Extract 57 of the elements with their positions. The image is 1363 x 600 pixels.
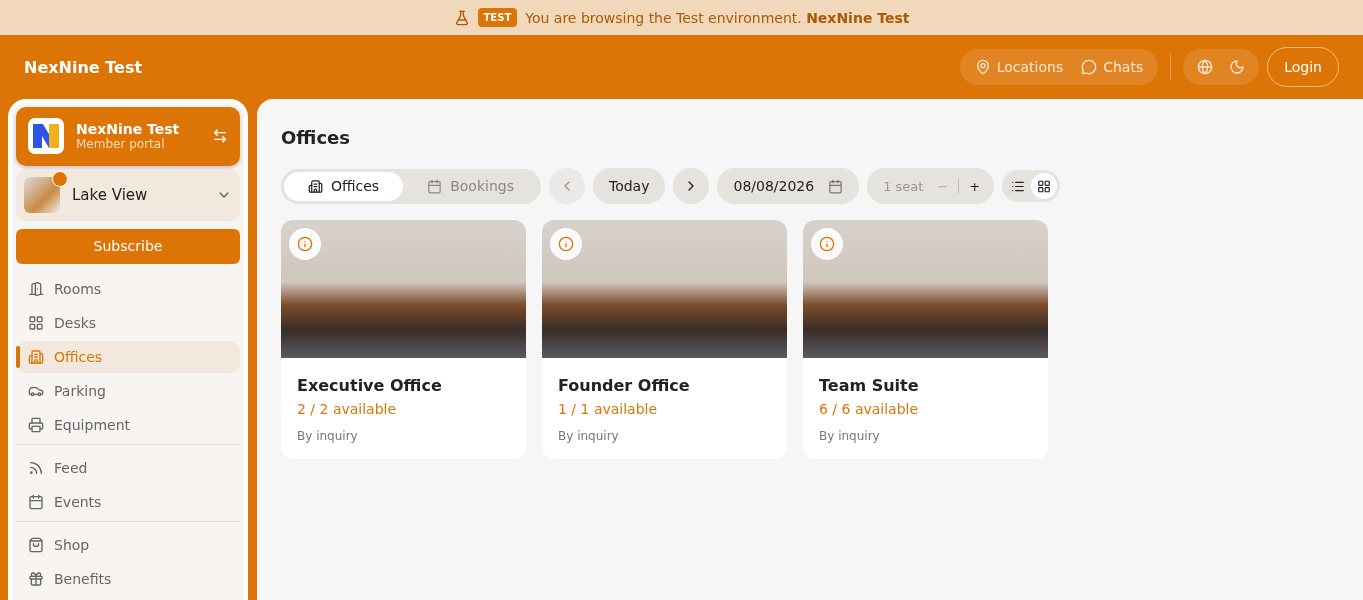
calendar-icon <box>427 178 443 194</box>
office-card[interactable]: Founder Office 1 / 1 available By inquiry <box>542 220 787 459</box>
availability: 1 / 1 available <box>558 401 659 417</box>
nav-item[interactable]: Parking <box>16 375 240 407</box>
seat-count: 1 seat <box>883 178 924 194</box>
availability: 6 / 6 available <box>819 401 920 417</box>
nav-item[interactable]: Rooms <box>16 273 240 305</box>
nav-item[interactable]: Shop <box>16 529 240 561</box>
nav-item[interactable]: Desks <box>16 307 240 339</box>
map-pin-icon <box>974 59 991 75</box>
nav-item[interactable]: Events <box>16 486 240 518</box>
gift-icon <box>28 571 44 587</box>
flask-icon <box>453 9 470 26</box>
nav-item[interactable]: Benefits <box>16 563 240 595</box>
swap-icon <box>212 128 228 145</box>
building-icon <box>308 178 323 194</box>
door-icon <box>28 281 44 297</box>
tab[interactable]: Offices <box>284 171 404 201</box>
org-subtitle: Member portal <box>76 137 166 152</box>
org-name: NexNine Test <box>76 121 181 138</box>
tab[interactable]: Bookings <box>403 171 538 201</box>
nav-item[interactable]: Feed <box>16 452 240 484</box>
office-name: Team Suite <box>819 376 920 395</box>
page-title: Offices <box>281 127 351 148</box>
location-selector[interactable]: Lake View <box>16 169 240 221</box>
info-icon[interactable] <box>289 228 321 260</box>
logo-icon <box>28 118 64 155</box>
grid-view-icon[interactable] <box>1031 173 1058 199</box>
brand-name: NexNine Test <box>24 57 144 77</box>
calendar-icon <box>28 494 44 510</box>
increase-button[interactable]: + <box>965 178 985 194</box>
price-label: By inquiry <box>819 429 881 443</box>
price-label: By inquiry <box>297 429 359 443</box>
org-switcher[interactable]: NexNine Test Member portal <box>16 107 240 166</box>
office-card[interactable]: Executive Office 2 / 2 available By inquiry <box>281 220 526 459</box>
calendar-icon <box>828 178 844 194</box>
status-dot <box>52 171 68 188</box>
office-name: Founder Office <box>558 376 691 395</box>
availability: 2 / 2 available <box>297 401 398 417</box>
office-card[interactable]: Team Suite 6 / 6 available By inquiry <box>803 220 1048 459</box>
bag-icon <box>28 537 44 553</box>
banner-text: You are browsing the Test environment. NexNine Test <box>525 9 910 26</box>
office-name: Executive Office <box>297 376 443 395</box>
info-icon[interactable] <box>550 228 582 260</box>
today-button[interactable]: Today <box>592 168 666 204</box>
rss-icon <box>28 460 44 476</box>
price-label: By inquiry <box>558 429 620 443</box>
building-icon <box>28 349 44 365</box>
chat-bubble-icon <box>1081 59 1098 75</box>
subscribe-button[interactable]: Subscribe <box>16 228 240 264</box>
printer-icon <box>28 417 44 433</box>
date-field[interactable]: 08/08/2026 <box>717 168 860 204</box>
test-badge: TEST <box>477 8 518 27</box>
grid-icon <box>28 315 44 331</box>
next-button[interactable] <box>673 168 710 204</box>
nav-item[interactable]: Equipment <box>16 409 240 441</box>
info-icon[interactable] <box>811 228 843 260</box>
